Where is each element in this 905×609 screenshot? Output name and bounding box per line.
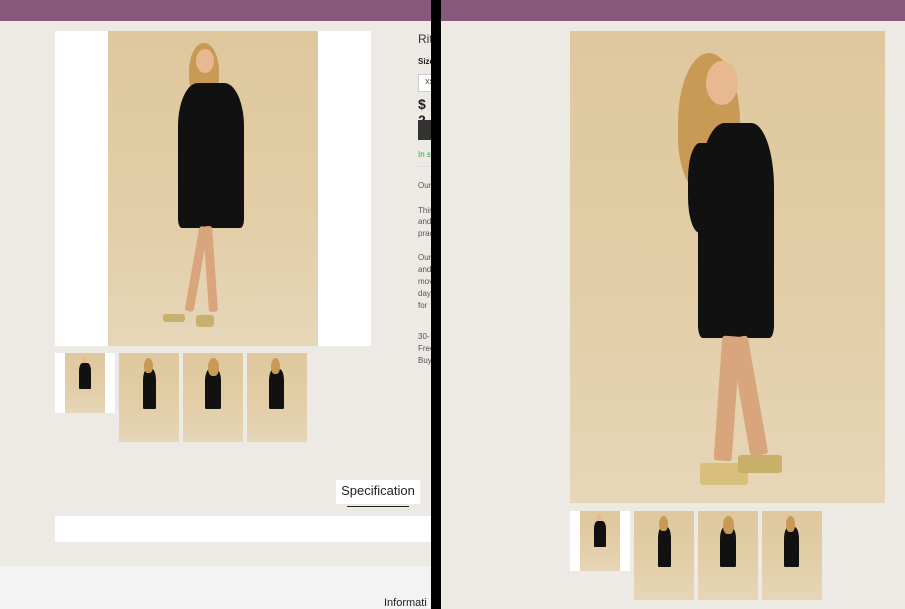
desc-line: for [418, 301, 428, 310]
thumbnail-1[interactable] [55, 353, 115, 413]
thumbnail-2[interactable] [119, 353, 179, 442]
size-label: Size [418, 57, 431, 66]
size-option-xs[interactable]: XS [418, 74, 431, 92]
model-shoe [196, 315, 214, 327]
desc-line: Our [418, 181, 431, 190]
footer [0, 566, 431, 609]
desc-line: 30- [418, 332, 430, 341]
main-product-image[interactable] [108, 31, 318, 346]
product-title: Rit [418, 32, 431, 46]
desc-line: Our [418, 253, 431, 262]
left-pane: Rit Size XS $ 2 In s Our This and prac O… [0, 0, 431, 609]
active-tab-underline [347, 506, 409, 507]
model-dress [178, 83, 244, 228]
model-shoe [738, 455, 782, 473]
model-face [196, 49, 214, 73]
thumbnail-3[interactable] [183, 353, 243, 442]
model-face [706, 61, 738, 105]
desc-line: and [418, 217, 431, 226]
top-bar [441, 0, 905, 21]
model-leg [203, 225, 218, 313]
right-pane [441, 0, 905, 609]
desc-line: prac [418, 229, 431, 238]
tab-information[interactable]: Informati [384, 597, 427, 609]
divider [418, 166, 431, 167]
desc-line: Free [418, 344, 431, 353]
zoomed-product-image[interactable] [570, 31, 885, 503]
desc-line: Buy [418, 356, 431, 365]
desc-line: This [418, 206, 431, 215]
model-shoe [163, 314, 185, 322]
top-bar [0, 0, 431, 21]
add-to-cart-button[interactable] [418, 120, 431, 140]
desc-line: day, [418, 289, 431, 298]
model-sleeve [688, 143, 718, 233]
stock-status: In s [418, 150, 431, 159]
tab-specification[interactable]: Specification [336, 480, 420, 504]
thumbnail-4[interactable] [762, 511, 822, 600]
spec-content-panel [55, 516, 431, 542]
split-divider [431, 0, 441, 609]
thumbnail-4[interactable] [247, 353, 307, 442]
thumbnail-1[interactable] [570, 511, 630, 571]
desc-line: and [418, 265, 431, 274]
desc-line: mov [418, 277, 431, 286]
thumbnail-2[interactable] [634, 511, 694, 600]
thumbnail-3[interactable] [698, 511, 758, 600]
